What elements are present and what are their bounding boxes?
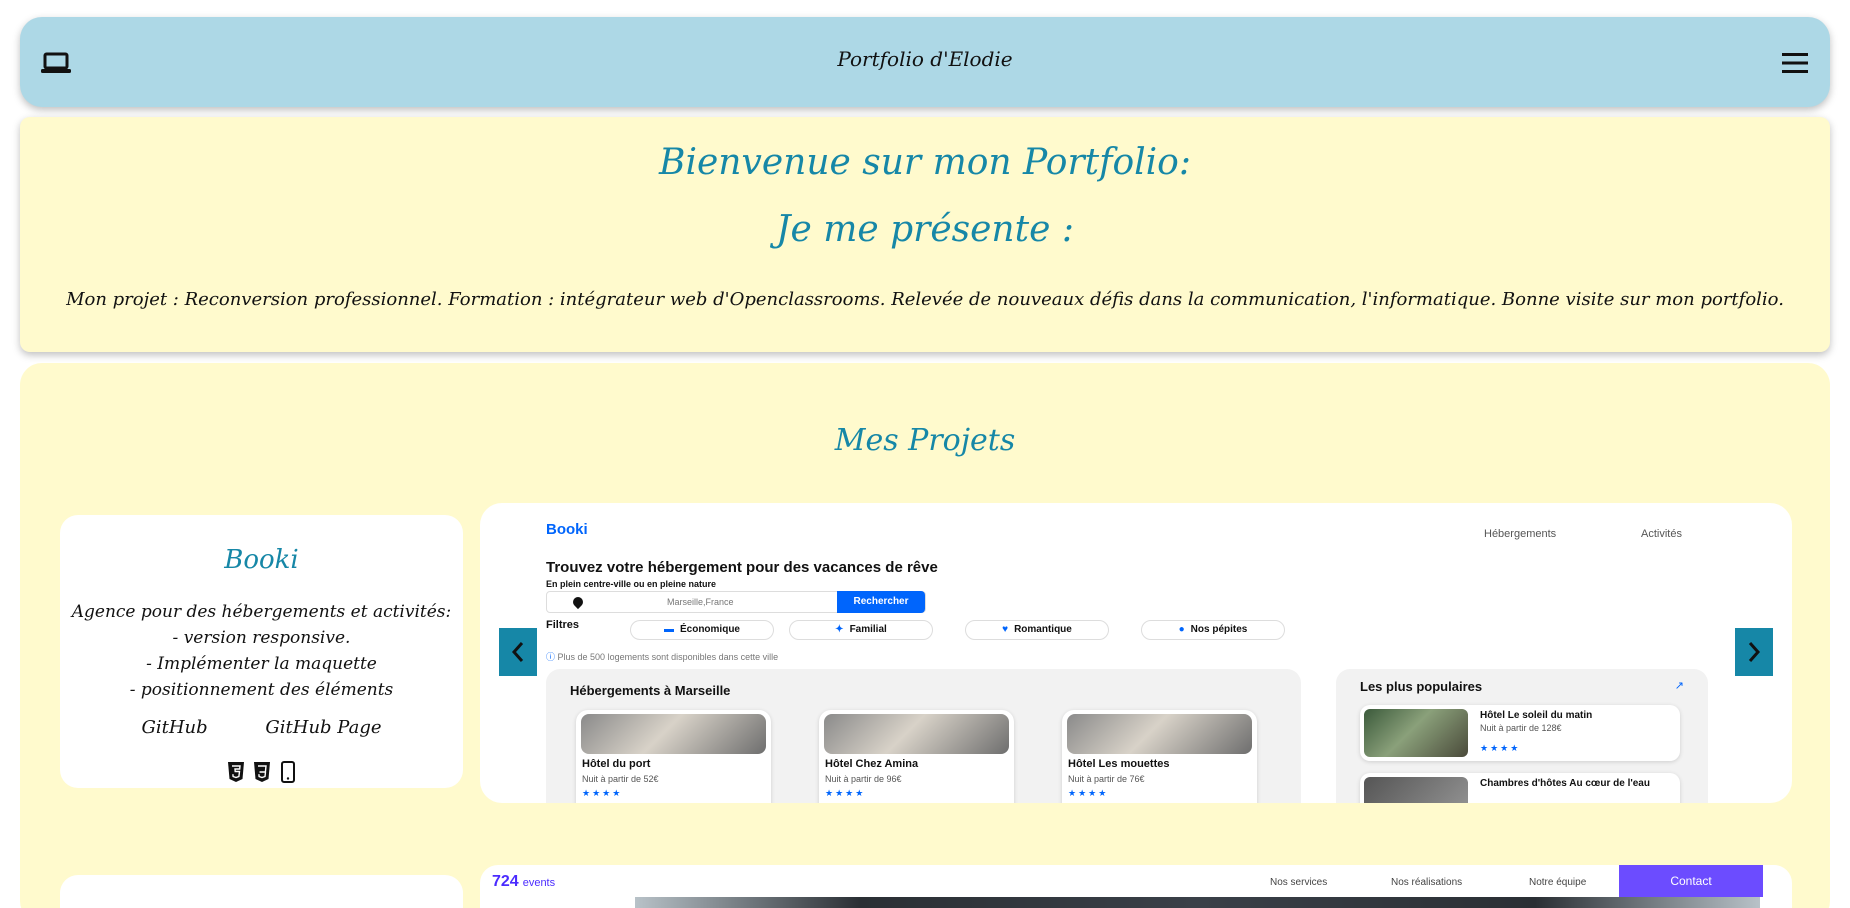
top-navbar: Portfolio d'Elodie bbox=[20, 17, 1830, 107]
booki-nav-item: Activités bbox=[1641, 528, 1682, 540]
events-contact-button: Contact bbox=[1619, 865, 1763, 897]
project-card-events bbox=[60, 875, 463, 908]
hotel-price: Nuit à partir de 52€ bbox=[582, 774, 659, 784]
github-page-link[interactable]: GitHub Page bbox=[265, 717, 381, 738]
booki-hotel-card: Hôtel Chez Amina Nuit à partir de 96€ ★★… bbox=[819, 710, 1014, 803]
booki-filter-label: Romantique bbox=[1014, 624, 1072, 635]
project-title: Booki bbox=[224, 545, 299, 575]
booki-filter-label: Familial bbox=[849, 624, 887, 635]
carousel-prev-button[interactable] bbox=[499, 628, 537, 676]
menu-icon[interactable] bbox=[1782, 51, 1808, 75]
hotel-image bbox=[581, 714, 766, 754]
chevron-right-icon bbox=[1748, 642, 1761, 662]
events-logo-suffix: events bbox=[522, 877, 556, 889]
project-carousel: Booki Hébergements Activités Trouvez vot… bbox=[480, 503, 1792, 803]
hotel-price: Nuit à partir de 76€ bbox=[1068, 774, 1145, 784]
star-rating-icon: ★★★★ bbox=[825, 788, 866, 798]
project-card-booki: Booki Agence pour des hébergements et ac… bbox=[60, 515, 463, 788]
booki-filter-label: Nos pépites bbox=[1190, 624, 1248, 635]
star-rating-icon: ★★★★ bbox=[1068, 788, 1109, 798]
chevron-left-icon bbox=[511, 642, 524, 662]
project-description-line: - positionnement des éléments bbox=[129, 680, 394, 700]
hotel-price: Nuit à partir de 96€ bbox=[825, 774, 902, 784]
hotel-image bbox=[1364, 777, 1468, 803]
welcome-section: Bienvenue sur mon Portfolio: Je me prése… bbox=[20, 117, 1830, 352]
project-carousel-events: 724 events Nos services Nos réalisations … bbox=[480, 865, 1792, 908]
events-nav-item: Nos réalisations bbox=[1391, 877, 1463, 888]
booki-filter-label: Économique bbox=[679, 624, 740, 635]
hotel-name: Hôtel Chez Amina bbox=[825, 758, 919, 770]
booki-info-text: Plus de 500 logements sont disponibles d… bbox=[557, 652, 779, 662]
hotel-image bbox=[824, 714, 1009, 754]
child-icon: ✦ bbox=[835, 624, 844, 635]
hotel-name: Chambres d'hôtes Au cœur de l'eau bbox=[1480, 778, 1650, 789]
hotel-price: Nuit à partir de 128€ bbox=[1480, 723, 1562, 733]
booki-hotel-card: Hôtel du port Nuit à partir de 52€ ★★★★ bbox=[576, 710, 771, 803]
projects-title: Mes Projets bbox=[834, 423, 1016, 458]
booki-popular-panel: Les plus populaires ↗ Hôtel Le soleil du… bbox=[1336, 669, 1708, 803]
mobile-icon bbox=[280, 761, 295, 783]
info-icon: ⓘ bbox=[546, 652, 556, 662]
star-rating-icon: ★★★★ bbox=[1480, 743, 1521, 753]
booki-screenshot: Booki Hébergements Activités Trouvez vot… bbox=[480, 503, 1792, 803]
project-techs bbox=[60, 761, 463, 783]
booki-popular-title: Les plus populaires bbox=[1360, 679, 1483, 694]
events-logo-number: 724 bbox=[492, 873, 519, 890]
css3-icon bbox=[253, 762, 270, 782]
booki-search-button: Rechercher bbox=[837, 591, 925, 613]
hotel-name: Hôtel Le soleil du matin bbox=[1480, 710, 1593, 721]
hotel-name: Hôtel Les mouettes bbox=[1068, 758, 1170, 770]
booki-filter-chip: ▬ Économique bbox=[630, 620, 774, 640]
booki-filters-label: Filtres bbox=[546, 619, 580, 631]
github-link[interactable]: GitHub bbox=[141, 717, 207, 738]
booki-headline: Trouvez votre hébergement pour des vacan… bbox=[546, 559, 938, 576]
booki-search-bar: Marseille,France Rechercher bbox=[546, 591, 926, 613]
booki-filter-chip: ● Nos pépites bbox=[1141, 620, 1285, 640]
events-nav-item: Nos services bbox=[1270, 877, 1328, 888]
welcome-title: Bienvenue sur mon Portfolio: bbox=[659, 142, 1191, 183]
booki-hotels-panel: Hébergements à Marseille Hôtel du port N… bbox=[546, 669, 1301, 803]
events-hero-image bbox=[635, 897, 1760, 908]
location-pin-icon bbox=[570, 594, 586, 610]
hotel-image bbox=[1067, 714, 1252, 754]
booki-filter-chip: ✦ Familial bbox=[789, 620, 933, 640]
booki-hotel-card: Hôtel Les mouettes Nuit à partir de 76€ … bbox=[1062, 710, 1257, 803]
welcome-text: Mon projet : Reconversion professionnel.… bbox=[66, 289, 1784, 310]
project-description: Agence pour des hébergements et activité… bbox=[60, 599, 463, 703]
hotel-name: Hôtel du port bbox=[582, 758, 651, 770]
booki-subline: En plein centre-ville ou en pleine natur… bbox=[546, 579, 717, 589]
events-nav-item: Notre équipe bbox=[1529, 877, 1587, 888]
dog-icon: ● bbox=[1178, 624, 1185, 635]
heart-icon: ♥ bbox=[1002, 624, 1009, 635]
booki-nav-item: Hébergements bbox=[1484, 528, 1557, 540]
booki-logo: Booki bbox=[546, 521, 588, 538]
html5-icon bbox=[227, 762, 244, 782]
projects-section: Mes Projets Booki Agence pour des héberg… bbox=[20, 363, 1830, 908]
project-description-line: Agence pour des hébergements et activité… bbox=[71, 602, 452, 622]
booki-popular-card: Hôtel Le soleil du matin Nuit à partir d… bbox=[1360, 705, 1680, 761]
booki-section-title: Hébergements à Marseille bbox=[570, 683, 731, 698]
project-links: GitHub GitHub Page bbox=[60, 717, 463, 738]
trend-icon: ↗ bbox=[1674, 680, 1684, 692]
project-description-line: - version responsive. bbox=[172, 628, 351, 648]
site-title: Portfolio d'Elodie bbox=[837, 47, 1013, 71]
hotel-image bbox=[1364, 709, 1468, 757]
welcome-subtitle: Je me présente : bbox=[776, 209, 1074, 250]
events-logo: 724 events bbox=[492, 873, 555, 891]
booki-search-value: Marseille,France bbox=[667, 597, 734, 607]
booki-info: ⓘ Plus de 500 logements sont disponibles… bbox=[546, 650, 778, 663]
carousel-next-button[interactable] bbox=[1735, 628, 1773, 676]
booki-filter-chip: ♥ Romantique bbox=[965, 620, 1109, 640]
booki-popular-card: Chambres d'hôtes Au cœur de l'eau bbox=[1360, 773, 1680, 803]
star-rating-icon: ★★★★ bbox=[582, 788, 623, 798]
money-icon: ▬ bbox=[663, 624, 674, 635]
project-description-line: - Implémenter la maquette bbox=[146, 654, 377, 674]
